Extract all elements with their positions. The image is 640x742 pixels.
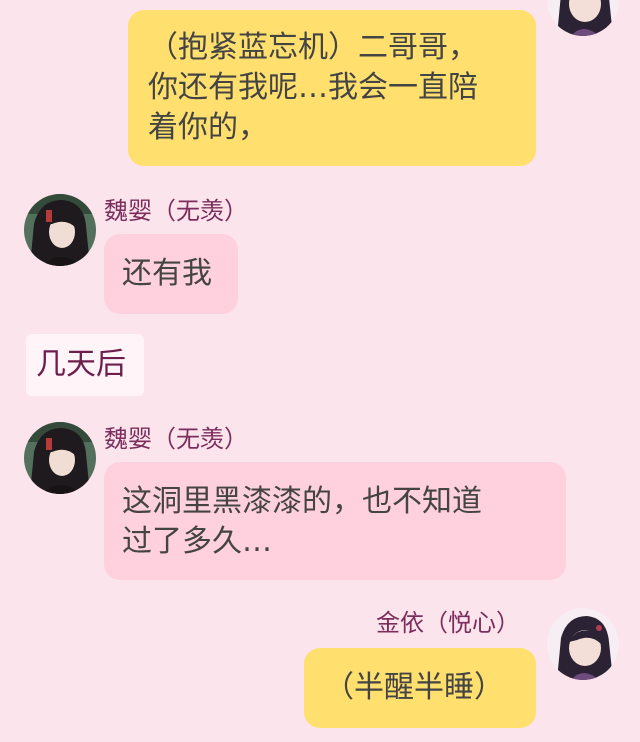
message-bubble-outgoing: （抱紧蓝忘机）二哥哥， 你还有我呢…我会一直陪 着你的，	[128, 10, 536, 166]
sender-name: 金依（悦心）	[376, 609, 520, 637]
sender-name: 魏婴（无羡）	[104, 197, 248, 225]
wei-ying-avatar-icon[interactable]	[24, 194, 96, 266]
narration-label: 几天后	[26, 334, 144, 396]
sender-name: 魏婴（无羡）	[104, 425, 248, 453]
jin-ling-avatar-icon[interactable]	[547, 608, 619, 680]
chat-thread: （抱紧蓝忘机）二哥哥， 你还有我呢…我会一直陪 着你的， 魏婴（无羡） 还有我 …	[0, 0, 640, 742]
message-bubble-incoming: 还有我	[104, 234, 238, 314]
wei-ying-avatar-icon[interactable]	[24, 422, 96, 494]
message-bubble-incoming: 这洞里黑漆漆的，也不知道 过了多久…	[104, 462, 566, 580]
message-bubble-outgoing: （半醒半睡）	[304, 648, 536, 728]
jin-ling-avatar-icon[interactable]	[547, 0, 619, 36]
